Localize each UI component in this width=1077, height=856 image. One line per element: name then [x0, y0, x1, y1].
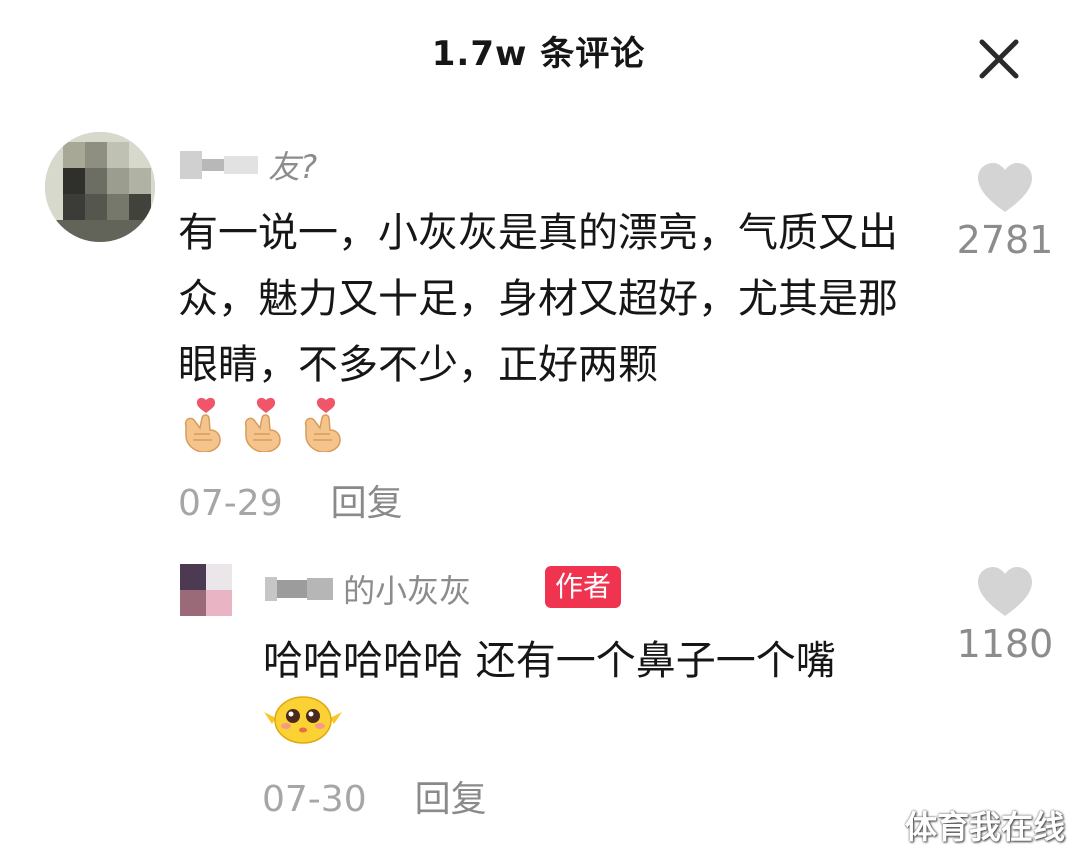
avatar[interactable]: [45, 132, 155, 242]
reply-text: 哈哈哈哈哈 还有一个鼻子一个嘴: [263, 638, 836, 684]
like-count: 2781: [956, 218, 1054, 262]
reply-emoji-row: [262, 692, 344, 744]
reply-like-count: 1180: [956, 622, 1054, 666]
watermark: 体育我在线: [905, 808, 1066, 846]
reply-button[interactable]: 回复: [415, 779, 487, 820]
comment-count-title: 1.7w 条评论: [431, 34, 646, 74]
heart-like-icon[interactable]: [976, 566, 1034, 618]
pleading-chick-emoji: [264, 696, 342, 744]
reply-username-text: 的小灰灰: [343, 572, 472, 610]
comment-emoji-row: [176, 396, 348, 452]
close-button[interactable]: [976, 36, 1022, 82]
comment-username[interactable]: 友?: [180, 142, 317, 188]
reply-username[interactable]: 的小灰灰: [265, 566, 471, 612]
comment-username-text: 友?: [268, 148, 318, 186]
reply-meta: 07-30 回复: [262, 770, 487, 822]
comment-date: 07-29: [178, 483, 283, 524]
reply-avatar[interactable]: [180, 564, 232, 616]
comment-text: 有一说一，小灰灰是真的漂亮，气质又出众，魅力又十足，身材又超好，尤其是那眼睛，不…: [178, 210, 898, 388]
finger-heart-emoji: [304, 397, 341, 452]
heart-like-icon[interactable]: [976, 162, 1034, 214]
finger-heart-emoji: [184, 397, 221, 452]
reply-date: 07-30: [262, 779, 367, 820]
reply-button[interactable]: 回复: [331, 483, 403, 524]
comment-meta: 07-29 回复: [178, 474, 403, 526]
author-badge: 作者: [545, 566, 622, 608]
close-icon: [979, 39, 1019, 79]
finger-heart-emoji: [244, 397, 281, 452]
